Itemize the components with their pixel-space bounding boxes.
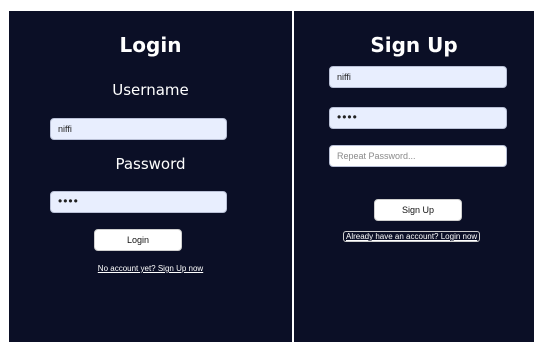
signup-password-value: •••• xyxy=(337,110,358,124)
login-username-value: niffi xyxy=(58,124,72,134)
signup-button[interactable]: Sign Up xyxy=(374,199,462,221)
username-label: Username xyxy=(112,81,189,99)
login-username-input[interactable]: niffi xyxy=(50,118,227,140)
login-link[interactable]: Already have an account? Login now xyxy=(343,231,481,242)
login-password-value: •••• xyxy=(58,194,79,208)
signup-panel: Sign Up niffi •••• Repeat Password... Si… xyxy=(294,11,534,342)
signup-username-value: niffi xyxy=(337,72,351,82)
signup-title: Sign Up xyxy=(370,33,458,57)
repeat-password-placeholder: Repeat Password... xyxy=(337,151,416,161)
signup-username-input[interactable]: niffi xyxy=(329,66,507,88)
login-panel: Login Username niffi Password •••• Login… xyxy=(9,11,292,342)
login-button[interactable]: Login xyxy=(94,229,182,251)
signup-link[interactable]: No account yet? Sign Up now xyxy=(9,264,292,273)
password-label: Password xyxy=(115,155,186,173)
signup-password-input[interactable]: •••• xyxy=(329,107,507,129)
login-title: Login xyxy=(119,33,182,57)
repeat-password-input[interactable]: Repeat Password... xyxy=(329,145,507,167)
login-password-input[interactable]: •••• xyxy=(50,191,227,213)
